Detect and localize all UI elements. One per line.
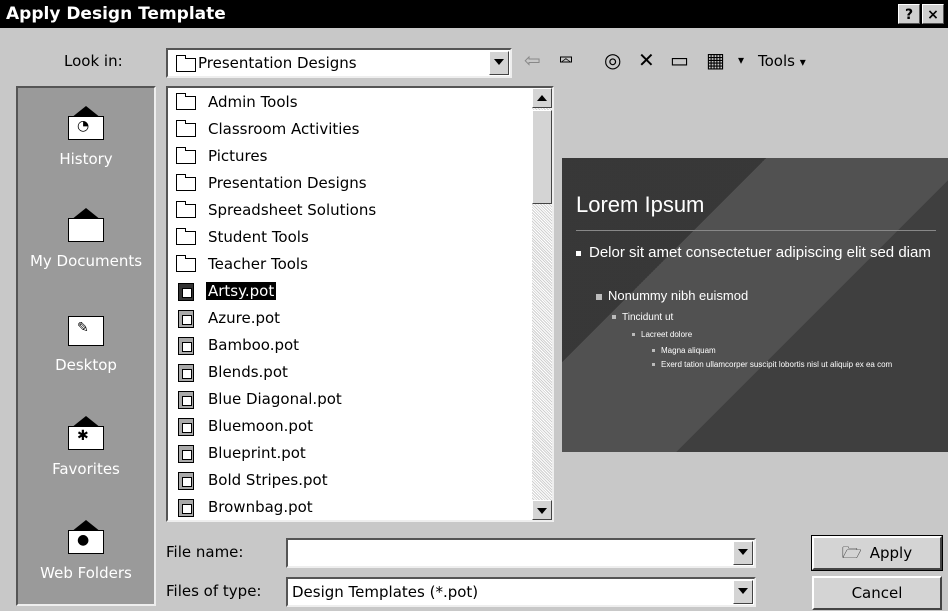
file-list-scrollbar[interactable] [532, 88, 552, 520]
file-type-value: Design Templates (*.pot) [292, 583, 479, 601]
template-preview: Lorem Ipsum Delor sit amet consectetuer … [562, 158, 948, 452]
look-in-dropdown[interactable]: Presentation Designs [166, 48, 512, 78]
scroll-down-button[interactable] [532, 500, 552, 520]
list-item[interactable]: Presentation Designs [174, 171, 514, 197]
file-name-label: File name: [166, 543, 244, 561]
tools-dropdown-icon: ▾ [799, 55, 806, 69]
my-documents-icon [68, 208, 104, 242]
back-icon[interactable]: ⇦ [524, 48, 541, 72]
place-favorites[interactable]: ✱ Favorites [18, 404, 154, 504]
preview-divider [576, 230, 936, 231]
list-item[interactable]: Classroom Activities [174, 117, 514, 143]
template-file-icon [178, 499, 194, 517]
history-icon: ◔ [68, 106, 104, 140]
place-label: Favorites [52, 460, 120, 478]
list-item[interactable]: Blends.pot [174, 360, 514, 386]
template-file-icon [178, 391, 194, 409]
file-name-input[interactable] [286, 538, 756, 568]
folder-icon [176, 120, 196, 137]
template-file-icon [178, 337, 194, 355]
views-dropdown-icon[interactable]: ▾ [738, 48, 744, 72]
place-web-folders[interactable]: ● Web Folders [18, 508, 154, 608]
close-button[interactable]: × [922, 4, 944, 24]
apply-button[interactable]: 🗁 Apply [811, 535, 943, 571]
list-item[interactable]: Bluemoon.pot [174, 414, 514, 440]
list-item[interactable]: Teacher Tools [174, 252, 514, 278]
folder-icon [176, 55, 196, 72]
folder-icon [176, 174, 196, 191]
place-desktop[interactable]: ✎ Desktop [18, 300, 154, 400]
list-item[interactable]: Brownbag.pot [174, 495, 514, 520]
delete-icon[interactable]: ✕ [638, 48, 655, 72]
web-folders-icon: ● [68, 520, 104, 554]
place-label: My Documents [29, 252, 143, 270]
place-history[interactable]: ◔ History [18, 94, 154, 194]
views-icon[interactable]: ▦ [706, 48, 725, 72]
place-label: Desktop [55, 356, 117, 374]
place-label: Web Folders [40, 564, 132, 582]
folder-icon [176, 147, 196, 164]
cancel-button[interactable]: Cancel [812, 576, 942, 610]
file-list[interactable]: Admin Tools Classroom Activities Picture… [166, 86, 554, 522]
list-item[interactable]: Spreadsheet Solutions [174, 198, 514, 224]
folder-icon [176, 255, 196, 272]
list-item-selected[interactable]: Artsy.pot [174, 279, 514, 305]
template-file-icon [178, 364, 194, 382]
look-in-value: Presentation Designs [198, 54, 357, 72]
list-item[interactable]: Student Tools [174, 225, 514, 251]
template-file-icon [178, 283, 194, 301]
list-item[interactable]: Blue Diagonal.pot [174, 387, 514, 413]
new-folder-icon[interactable]: ▭ [670, 48, 689, 72]
scroll-up-button[interactable] [532, 88, 552, 108]
list-item[interactable]: Blueprint.pot [174, 441, 514, 467]
search-web-icon[interactable]: ◎ [604, 48, 621, 72]
help-button[interactable]: ? [898, 4, 920, 24]
template-file-icon [178, 418, 194, 436]
file-type-label: Files of type: [166, 582, 262, 600]
desktop-icon: ✎ [68, 312, 104, 346]
preview-bullet-4: Lacreet dolore [632, 330, 692, 339]
look-in-label: Look in: [64, 52, 123, 70]
preview-bullet-3: Tincidunt ut [612, 312, 673, 323]
template-file-icon [178, 472, 194, 490]
file-type-dropdown-arrow[interactable] [733, 580, 753, 604]
preview-bullet-5: Magna aliquam [652, 346, 716, 355]
preview-bullet-2: Nonummy nibh euismod [596, 288, 748, 303]
list-item[interactable]: Azure.pot [174, 306, 514, 332]
place-my-documents[interactable]: My Documents [18, 196, 154, 296]
up-folder-icon[interactable]: ⮹ [558, 48, 574, 72]
folder-icon [176, 228, 196, 245]
favorites-icon: ✱ [68, 416, 104, 450]
list-item[interactable]: Bold Stripes.pot [174, 468, 514, 494]
file-type-dropdown[interactable]: Design Templates (*.pot) [286, 577, 756, 607]
list-item[interactable]: Pictures [174, 144, 514, 170]
place-label: History [59, 150, 113, 168]
tools-menu[interactable]: Tools ▾ [758, 52, 806, 70]
preview-bullet-1: Delor sit amet consectetuer adipiscing e… [576, 244, 931, 262]
open-folder-icon: 🗁 [841, 543, 862, 562]
template-file-icon [178, 310, 194, 328]
preview-title: Lorem Ipsum [576, 192, 705, 217]
window-title: Apply Design Template [6, 4, 226, 24]
file-name-dropdown-arrow[interactable] [733, 541, 753, 565]
folder-icon [176, 93, 196, 110]
folder-icon [176, 201, 196, 218]
list-item[interactable]: Admin Tools [174, 90, 514, 116]
places-bar: ◔ History My Documents ✎ Desktop ✱ Favor… [16, 86, 156, 606]
template-file-icon [178, 445, 194, 463]
tools-label: Tools [758, 52, 795, 70]
title-bar: Apply Design Template ? × [0, 0, 948, 28]
preview-bullet-6: Exerd tation ullamcorper suscipit lobort… [652, 360, 932, 369]
look-in-dropdown-arrow[interactable] [489, 51, 509, 75]
list-item[interactable]: Bamboo.pot [174, 333, 514, 359]
scroll-thumb[interactable] [532, 110, 552, 204]
